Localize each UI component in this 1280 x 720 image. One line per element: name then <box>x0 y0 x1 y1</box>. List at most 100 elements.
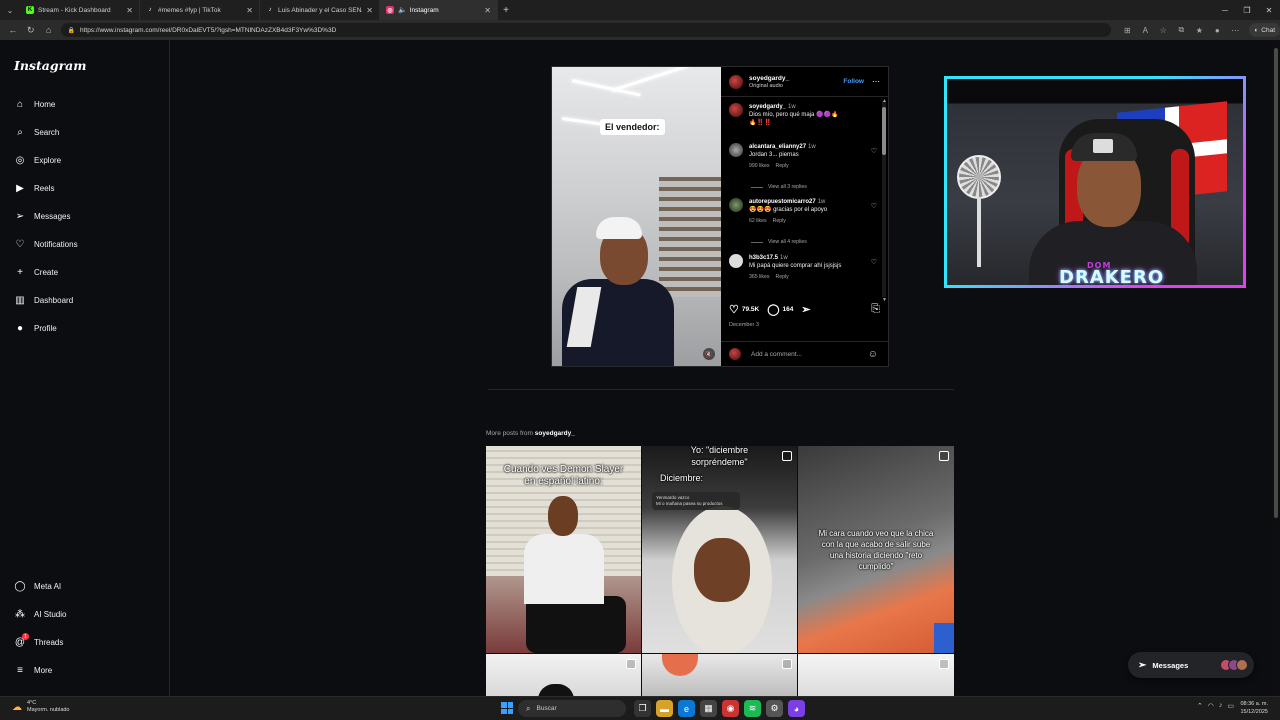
instagram-logo[interactable]: Instagram <box>14 58 87 73</box>
edge-icon[interactable]: e <box>678 700 695 717</box>
battery-icon[interactable]: ▭ <box>1227 702 1234 710</box>
messages-floating-button[interactable]: ➢ Messages <box>1128 652 1254 678</box>
mute-icon[interactable]: 🔇 <box>703 348 715 360</box>
back-icon[interactable]: ← <box>4 21 22 39</box>
site-info-icon[interactable]: 🔒 <box>67 27 74 34</box>
scroll-up-icon[interactable]: ▲ <box>882 98 887 104</box>
tab-tiktok-abinader[interactable]: ♪ Luis Abinader y el Caso SENASA: ... ✕ <box>260 0 380 20</box>
avatar[interactable] <box>729 254 743 268</box>
comment-username[interactable]: h3b3c17.5 <box>749 255 778 261</box>
post-tile[interactable]: Yo: "diciembre sorpréndeme" Diciembre: Y… <box>642 446 797 653</box>
settings-more-icon[interactable]: ⋯ <box>1227 22 1243 38</box>
sidebar-item-ai-studio[interactable]: ⁂ AI Studio <box>14 608 66 620</box>
emoji-icon[interactable]: ☺ <box>868 349 878 360</box>
post-tile[interactable]: Cuando ves Demon Slayer en español latin… <box>486 446 641 653</box>
sidebar-item-reels[interactable]: ▶ Reels <box>14 182 54 194</box>
avatar[interactable] <box>729 74 743 89</box>
reply-button[interactable]: Reply <box>775 274 788 280</box>
tab-actions-icon[interactable]: ⌄ <box>0 0 20 20</box>
sidebar-item-profile[interactable]: ● Profile <box>14 322 57 334</box>
discord-icon[interactable]: ◕ <box>788 700 805 717</box>
avatar[interactable] <box>729 103 743 117</box>
audio-label[interactable]: Original audio <box>749 83 843 89</box>
post-username[interactable]: soyedgardy_ <box>749 75 843 82</box>
comment-likes[interactable]: 365 likes <box>749 274 769 280</box>
windows-start-icon[interactable] <box>501 702 513 714</box>
comment-username[interactable]: autorepuestomicarro27 <box>749 199 816 205</box>
settings-icon[interactable]: ⚙ <box>766 700 783 717</box>
post-tile[interactable] <box>642 654 797 696</box>
reply-button[interactable]: Reply <box>775 163 788 169</box>
volume-icon[interactable]: ♪ <box>1219 702 1223 710</box>
follow-button[interactable]: Follow <box>843 78 864 85</box>
favorite-star-icon[interactable]: ☆ <box>1155 22 1171 38</box>
reload-icon[interactable]: ↻ <box>22 21 40 39</box>
close-window-icon[interactable]: ✕ <box>1258 0 1280 20</box>
comment-button[interactable]: ◯ 164 <box>767 303 793 316</box>
comment-username[interactable]: soyedgardy_ <box>749 104 786 110</box>
post-tile[interactable] <box>486 654 641 696</box>
close-icon[interactable]: ✕ <box>366 6 373 15</box>
sidebar-item-home[interactable]: ⌂ Home <box>14 98 55 110</box>
more-posts-username[interactable]: soyedgardy_ <box>535 430 575 437</box>
favorites-icon[interactable]: ★ <box>1191 22 1207 38</box>
read-aloud-icon[interactable]: A <box>1137 22 1153 38</box>
reel-video[interactable]: El vendedor: 🔇 <box>552 67 721 366</box>
page-scrollbar-thumb[interactable] <box>1274 48 1278 518</box>
extensions-icon[interactable]: ⧉ <box>1173 22 1189 38</box>
comment-input[interactable]: Add a comment... <box>751 351 868 358</box>
network-icon[interactable]: ◠ <box>1208 702 1214 710</box>
avatar[interactable] <box>729 143 743 157</box>
view-replies-button[interactable]: View all 3 replies <box>751 184 807 190</box>
comment-like-icon[interactable]: ♡ <box>871 202 877 210</box>
sidebar-item-notifications[interactable]: ♡ Notifications <box>14 238 78 250</box>
app-install-icon[interactable]: ⊞ <box>1119 22 1135 38</box>
file-explorer-icon[interactable]: ▬ <box>656 700 673 717</box>
sidebar-item-more[interactable]: ≡ More <box>14 664 52 676</box>
close-icon[interactable]: ✕ <box>484 6 491 15</box>
avatar[interactable] <box>729 198 743 212</box>
page-scrollbar[interactable] <box>1272 40 1280 696</box>
restore-icon[interactable]: ❐ <box>1236 0 1258 20</box>
sidebar-item-meta-ai[interactable]: ◯ Meta AI <box>14 580 61 592</box>
weather-widget[interactable]: ☁ 4°C Mayorm. nublado <box>12 700 70 714</box>
like-button[interactable]: ♡ 79.5K <box>729 303 759 316</box>
sidebar-item-create[interactable]: + Create <box>14 266 58 278</box>
speaker-icon[interactable]: 🔈 <box>398 6 407 14</box>
sidebar-item-dashboard[interactable]: ▥ Dashboard <box>14 294 73 306</box>
tab-instagram[interactable]: ◎ 🔈 Instagram ✕ <box>380 0 498 20</box>
close-icon[interactable]: ✕ <box>126 6 133 15</box>
comment-username[interactable]: alcantara_elianny27 <box>749 144 806 150</box>
reply-button[interactable]: Reply <box>773 218 786 224</box>
share-button[interactable]: ➢ <box>801 303 813 316</box>
post-tile[interactable] <box>798 654 954 696</box>
sidebar-item-messages[interactable]: ➢ Messages <box>14 210 71 222</box>
home-browser-icon[interactable]: ⌂ <box>40 21 58 39</box>
sidebar-item-explore[interactable]: ◎ Explore <box>14 154 62 166</box>
new-tab-button[interactable]: + <box>498 5 514 16</box>
taskbar-search[interactable]: ⌕ Buscar <box>518 700 626 717</box>
comments-scrollbar-thumb[interactable] <box>882 107 886 155</box>
post-tile[interactable]: Mi cara cuando veo que la chica con la q… <box>798 446 954 653</box>
taskbar-clock[interactable]: 08:36 a. m. 15/12/2025 <box>1240 700 1268 716</box>
comment-likes[interactable]: 990 likes <box>749 163 769 169</box>
bookmark-icon[interactable]: ⎘ <box>871 303 880 316</box>
sidebar-item-threads[interactable]: @1 Threads <box>14 633 63 648</box>
close-icon[interactable]: ✕ <box>246 6 253 15</box>
store-icon[interactable]: ▦ <box>700 700 717 717</box>
task-view-icon[interactable]: ❐ <box>634 700 651 717</box>
view-replies-button[interactable]: View all 4 replies <box>751 239 807 245</box>
address-bar[interactable]: 🔒 https://www.instagram.com/reel/DR0xDal… <box>61 23 1112 37</box>
tab-tiktok-memes[interactable]: ♪ #memes #fyp | TikTok ✕ <box>140 0 260 20</box>
copilot-chat-button[interactable]: ◐ Chat <box>1249 23 1280 37</box>
tab-kick[interactable]: K Stream - Kick Dashboard ✕ <box>20 0 140 20</box>
profile-browser-icon[interactable]: ● <box>1209 22 1225 38</box>
comment-like-icon[interactable]: ♡ <box>871 147 877 155</box>
comment-like-icon[interactable]: ♡ <box>871 258 877 266</box>
spotify-icon[interactable]: ≋ <box>744 700 761 717</box>
more-options-icon[interactable]: ⋯ <box>872 77 880 86</box>
chevron-up-icon[interactable]: ⌃ <box>1197 702 1203 710</box>
sidebar-item-search[interactable]: ⌕ Search <box>14 126 59 138</box>
minimize-icon[interactable]: ─ <box>1214 0 1236 20</box>
chrome-icon[interactable]: ◉ <box>722 700 739 717</box>
